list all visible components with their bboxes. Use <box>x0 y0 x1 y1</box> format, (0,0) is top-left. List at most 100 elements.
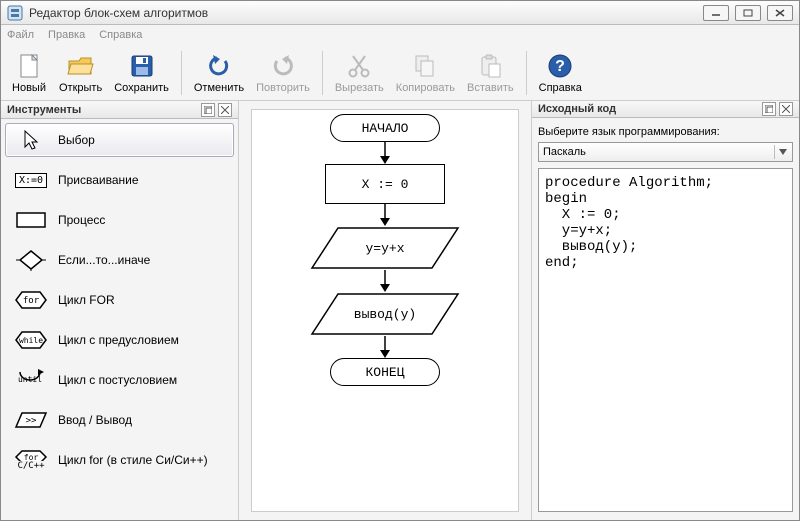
close-icon[interactable] <box>779 102 793 116</box>
copy-label: Копировать <box>396 82 455 94</box>
language-select[interactable]: Паскаль <box>538 142 793 162</box>
titlebar: Редактор блок-схем алгоритмов <box>1 1 799 25</box>
tool-ifelse[interactable]: Если...то...иначе <box>5 243 234 277</box>
separator <box>526 51 527 95</box>
node-assign[interactable]: X := 0 <box>325 164 445 204</box>
redo-button[interactable]: Повторить <box>250 50 316 96</box>
menu-help[interactable]: Справка <box>99 29 142 41</box>
redo-icon <box>269 52 297 80</box>
code-output[interactable]: procedure Algorithm; begin X := 0; y=y+x… <box>538 168 793 512</box>
paste-icon <box>476 52 504 80</box>
undo-icon <box>205 52 233 80</box>
svg-text:until: until <box>18 375 42 384</box>
svg-text:while: while <box>19 336 43 345</box>
tool-io[interactable]: >> Ввод / Вывод <box>5 403 234 437</box>
tool-label: Процесс <box>58 213 105 227</box>
redo-label: Повторить <box>256 82 310 94</box>
minimize-button[interactable] <box>703 5 729 21</box>
cut-button[interactable]: Вырезать <box>329 50 390 96</box>
separator <box>181 51 182 95</box>
floppy-icon <box>128 52 156 80</box>
code-panel-header: Исходный код <box>532 101 799 118</box>
app-icon <box>7 5 23 21</box>
undock-icon[interactable] <box>762 102 776 116</box>
separator <box>322 51 323 95</box>
window-title: Редактор блок-схем алгоритмов <box>29 6 703 20</box>
flowchart-sheet[interactable]: НАЧАЛО X := 0 y=y+x вывод(y) КОНЕЦ <box>251 109 519 512</box>
tool-for[interactable]: for Цикл FOR <box>5 283 234 317</box>
io-icon: >> <box>14 409 48 431</box>
svg-text:?: ? <box>555 58 565 75</box>
help-button[interactable]: ? Справка <box>533 50 588 96</box>
undo-label: Отменить <box>194 82 244 94</box>
tools-panel-title: Инструменты <box>7 104 81 116</box>
paste-button[interactable]: Вставить <box>461 50 520 96</box>
open-button[interactable]: Открыть <box>53 50 108 96</box>
diamond-icon <box>14 249 48 271</box>
tool-assign[interactable]: X:=0 Присваивание <box>5 163 234 197</box>
tool-cfor[interactable]: for C/C++ Цикл for (в стиле Си/Си++) <box>5 443 234 477</box>
for-icon: for <box>14 289 48 311</box>
undock-icon[interactable] <box>201 103 215 117</box>
save-button[interactable]: Сохранить <box>108 50 175 96</box>
help-icon: ? <box>546 52 574 80</box>
code-panel-body: Выберите язык программирования: Паскаль … <box>532 118 799 520</box>
copy-button[interactable]: Копировать <box>390 50 461 96</box>
node-start[interactable]: НАЧАЛО <box>330 114 440 142</box>
scissors-icon <box>345 52 373 80</box>
svg-text:>>: >> <box>26 416 37 426</box>
until-icon: until <box>14 369 48 391</box>
folder-open-icon <box>67 52 95 80</box>
tool-label: Цикл FOR <box>58 293 115 307</box>
tool-while[interactable]: while Цикл с предусловием <box>5 323 234 357</box>
while-icon: while <box>14 329 48 351</box>
lang-label: Выберите язык программирования: <box>538 126 793 138</box>
maximize-button[interactable] <box>735 5 761 21</box>
cursor-icon <box>14 129 48 151</box>
file-new-icon <box>15 52 43 80</box>
arrow-icon <box>379 204 391 226</box>
window-controls <box>703 5 793 21</box>
node-output[interactable]: вывод(y) <box>310 292 460 336</box>
main-area: Инструменты Выбор X:=0 Присваивание Проц… <box>1 101 799 520</box>
tool-process[interactable]: Процесс <box>5 203 234 237</box>
tools-panel: Инструменты Выбор X:=0 Присваивание Проц… <box>1 101 239 520</box>
toolbar: Новый Открыть Сохранить Отменить Повтори… <box>1 45 799 101</box>
tool-select[interactable]: Выбор <box>5 123 234 157</box>
cut-label: Вырезать <box>335 82 384 94</box>
tool-label: Если...то...иначе <box>58 253 150 267</box>
tool-label: Присваивание <box>58 173 139 187</box>
node-end[interactable]: КОНЕЦ <box>330 358 440 386</box>
code-panel: Исходный код Выберите язык программирова… <box>531 101 799 520</box>
language-value: Паскаль <box>543 146 586 158</box>
open-label: Открыть <box>59 82 102 94</box>
assign-icon: X:=0 <box>14 169 48 191</box>
menu-edit[interactable]: Правка <box>48 29 85 41</box>
menu-file[interactable]: Файл <box>7 29 34 41</box>
code-panel-title: Исходный код <box>538 103 616 115</box>
save-label: Сохранить <box>114 82 169 94</box>
canvas-area[interactable]: НАЧАЛО X := 0 y=y+x вывод(y) КОНЕЦ <box>239 101 531 520</box>
app-window: Редактор блок-схем алгоритмов Файл Правк… <box>0 0 800 521</box>
flowchart: НАЧАЛО X := 0 y=y+x вывод(y) КОНЕЦ <box>310 114 460 386</box>
tool-until[interactable]: until Цикл с постусловием <box>5 363 234 397</box>
arrow-icon <box>379 270 391 292</box>
svg-text:for: for <box>23 296 40 306</box>
new-button[interactable]: Новый <box>5 50 53 96</box>
undo-button[interactable]: Отменить <box>188 50 250 96</box>
tools-list: Выбор X:=0 Присваивание Процесс Если...т… <box>1 119 238 481</box>
node-expr[interactable]: y=y+x <box>310 226 460 270</box>
arrow-icon <box>379 336 391 358</box>
tool-label: Цикл с предусловием <box>58 333 179 347</box>
cfor-icon: for C/C++ <box>14 449 48 471</box>
tool-label: Цикл for (в стиле Си/Си++) <box>58 453 208 467</box>
arrow-icon <box>379 142 391 164</box>
svg-text:for: for <box>24 453 39 461</box>
tool-label: Выбор <box>58 133 95 147</box>
tool-label: Ввод / Вывод <box>58 413 132 427</box>
chevron-down-icon <box>774 145 790 159</box>
close-button[interactable] <box>767 5 793 21</box>
tools-panel-header: Инструменты <box>1 101 238 119</box>
close-icon[interactable] <box>218 103 232 117</box>
paste-label: Вставить <box>467 82 514 94</box>
